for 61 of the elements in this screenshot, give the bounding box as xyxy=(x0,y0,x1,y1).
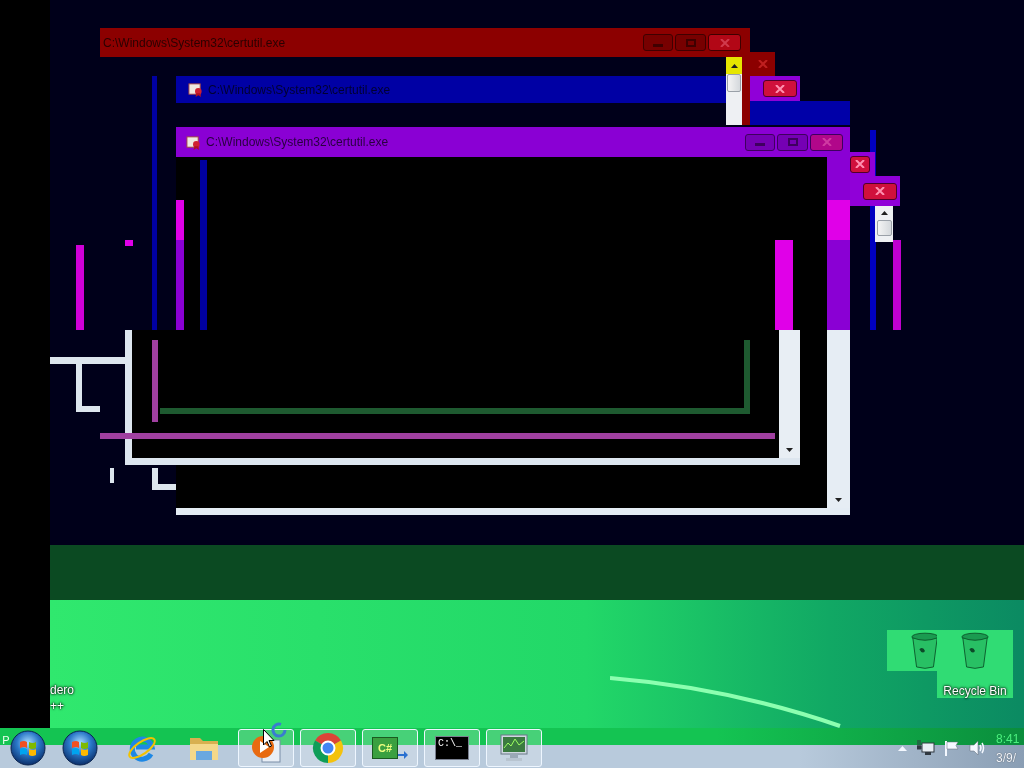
close-icon xyxy=(757,60,768,68)
close-button[interactable] xyxy=(708,34,741,51)
busy-ring-icon xyxy=(271,722,287,738)
close-button[interactable] xyxy=(850,155,870,173)
close-button[interactable] xyxy=(810,133,843,151)
minimize-icon xyxy=(755,143,765,146)
icon-label: ++ xyxy=(50,698,65,714)
icon-label: Recycle Bin xyxy=(943,684,1007,698)
maximize-icon xyxy=(685,38,696,47)
close-icon xyxy=(855,160,865,168)
window-border-fragment xyxy=(110,468,114,483)
up-arrow-icon xyxy=(730,63,738,68)
scrollbar-thumb[interactable] xyxy=(876,220,892,236)
close-button[interactable] xyxy=(763,80,797,97)
network-icon[interactable] xyxy=(917,740,935,756)
scroll-up-button[interactable] xyxy=(726,57,742,74)
close-icon xyxy=(875,187,885,195)
trash-icon xyxy=(960,632,990,670)
clock-date: 3/9/ xyxy=(996,751,1017,765)
flag-icon[interactable] xyxy=(944,740,960,756)
close-icon xyxy=(775,84,785,93)
window-title: C:\Windows\System32\certutil.exe xyxy=(206,135,389,149)
up-arrow-icon xyxy=(897,745,907,751)
minimize-button[interactable] xyxy=(745,133,775,151)
window-title: C:\Windows\System32\certutil.exe xyxy=(208,82,391,97)
taskbar-button[interactable] xyxy=(300,729,356,767)
close-icon xyxy=(719,38,730,47)
windows-logo-icon xyxy=(10,730,46,766)
circle-logo-icon xyxy=(312,732,344,764)
certificate-icon xyxy=(186,134,201,150)
clock-time: 8:41 xyxy=(996,733,1021,746)
close-button[interactable] xyxy=(863,182,897,200)
taskbar-button[interactable] xyxy=(486,729,542,767)
arrow-icon xyxy=(398,751,408,759)
scrollbar[interactable] xyxy=(779,330,800,458)
maximize-button[interactable] xyxy=(777,133,808,151)
prompt-label: C:\_ xyxy=(435,736,469,760)
certificate-icon xyxy=(188,82,203,97)
trash-icon xyxy=(910,632,940,670)
scrollbar[interactable] xyxy=(726,57,742,125)
down-arrow-icon xyxy=(786,447,793,452)
start-button[interactable]: P xyxy=(0,728,49,768)
taskbar-button[interactable]: C:\_ xyxy=(424,729,480,767)
start-fragment-text: P xyxy=(2,734,10,746)
minimize-icon xyxy=(653,43,663,47)
windows-logo-icon xyxy=(62,730,98,766)
desktop-icon[interactable]: Recycle Bin xyxy=(937,630,1013,698)
taskbar-button[interactable]: C# xyxy=(362,729,418,767)
close-icon xyxy=(821,138,832,146)
icon-label: dero xyxy=(50,682,75,698)
scrollbar-thumb[interactable] xyxy=(727,74,741,92)
scrollbar[interactable] xyxy=(875,206,893,242)
monitor-icon xyxy=(498,733,530,763)
speaker-icon[interactable] xyxy=(969,740,987,756)
desktop-icon[interactable]: dero ++ xyxy=(50,682,75,714)
language-label: C# xyxy=(372,737,398,759)
window-title: C:\Windows\System32\certutil.exe xyxy=(103,35,286,50)
up-arrow-icon xyxy=(880,211,888,215)
window-border-fragment xyxy=(125,240,133,246)
down-arrow-icon xyxy=(835,497,842,502)
maximize-icon xyxy=(787,138,798,146)
